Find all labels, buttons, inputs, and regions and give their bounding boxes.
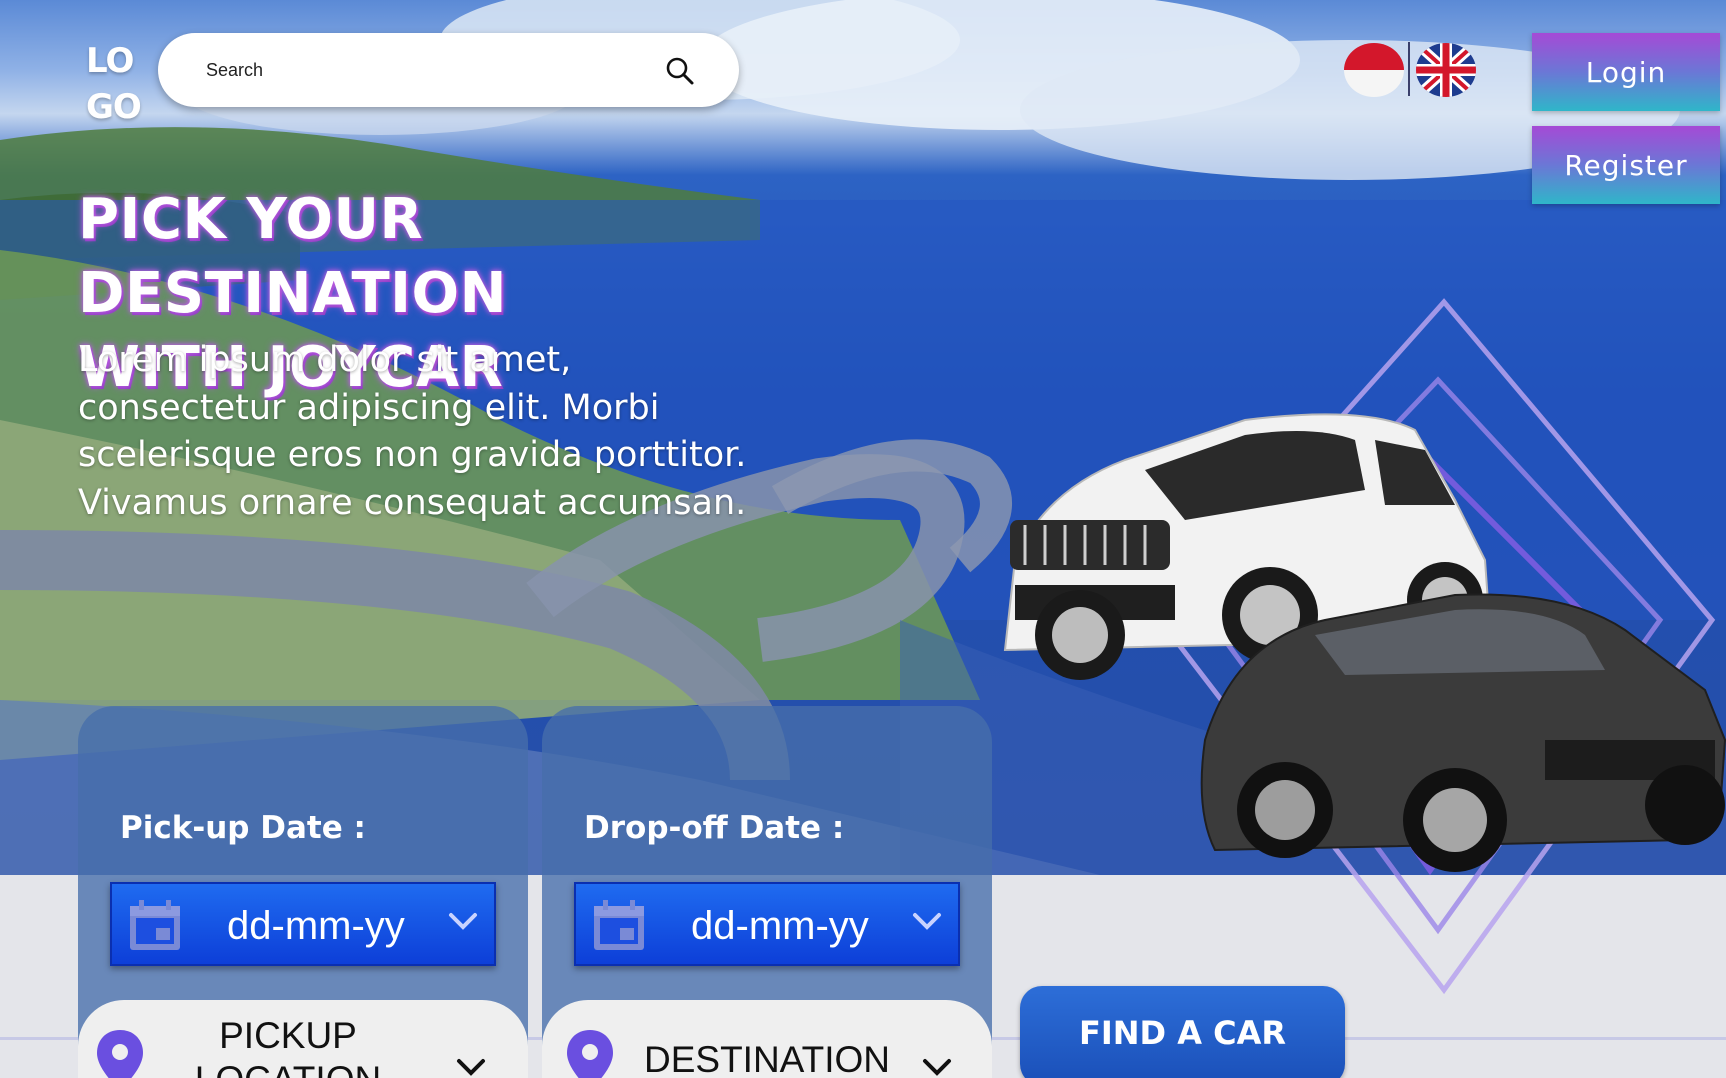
pickup-location-text: PICKUP LOCATION xyxy=(168,1014,408,1078)
calendar-icon xyxy=(594,900,644,950)
pickup-date-value: dd-mm-yy xyxy=(227,904,405,948)
register-button[interactable]: Register xyxy=(1532,126,1720,204)
cars-illustration xyxy=(1003,413,1726,872)
flag-uk-icon[interactable] xyxy=(1416,43,1476,97)
pickup-date-select[interactable]: dd-mm-yy xyxy=(110,882,496,966)
pickup-card: Pick-up Date : dd-mm-yy PICKUP LOCATION xyxy=(78,706,528,1078)
search-input[interactable] xyxy=(206,59,636,81)
hero-title-line-1: PICK YOUR DESTINATION xyxy=(78,187,507,326)
pickup-location-line-1: PICKUP xyxy=(219,1015,357,1056)
search-bar[interactable] xyxy=(158,33,739,107)
location-pin-icon xyxy=(567,1030,613,1078)
logo-line-2: GO xyxy=(86,87,142,127)
destination-text: DESTINATION xyxy=(644,1039,890,1078)
pickup-location-select[interactable]: PICKUP LOCATION xyxy=(78,1000,528,1078)
calendar-icon xyxy=(130,900,180,950)
find-car-button[interactable]: FIND A CAR xyxy=(1020,986,1345,1078)
dropoff-date-select[interactable]: dd-mm-yy xyxy=(574,882,960,966)
dropoff-date-value: dd-mm-yy xyxy=(691,904,869,948)
black-sedan-image xyxy=(1200,593,1726,872)
destination-select[interactable]: DESTINATION xyxy=(542,1000,992,1078)
chevron-down-icon xyxy=(913,913,941,930)
dropoff-card: Drop-off Date : dd-mm-yy DESTINATION xyxy=(542,706,992,1078)
dropoff-date-label: Drop-off Date : xyxy=(584,810,845,846)
pickup-location-line-2: LOCATION xyxy=(168,1058,408,1078)
chevron-down-icon xyxy=(449,913,477,930)
hero-description: Lorem ipsum dolor sit amet, consectetur … xyxy=(78,340,747,523)
chevron-down-icon xyxy=(923,1059,951,1076)
flag-indonesia-icon[interactable] xyxy=(1344,43,1404,97)
logo-line-1: LO xyxy=(86,41,134,81)
login-button[interactable]: Login xyxy=(1532,33,1720,111)
location-pin-icon xyxy=(97,1030,143,1078)
chevron-down-icon xyxy=(457,1059,485,1076)
language-divider xyxy=(1408,42,1410,96)
logo[interactable]: LO GO xyxy=(86,38,142,130)
search-icon[interactable] xyxy=(665,56,695,86)
pickup-date-label: Pick-up Date : xyxy=(120,810,366,846)
